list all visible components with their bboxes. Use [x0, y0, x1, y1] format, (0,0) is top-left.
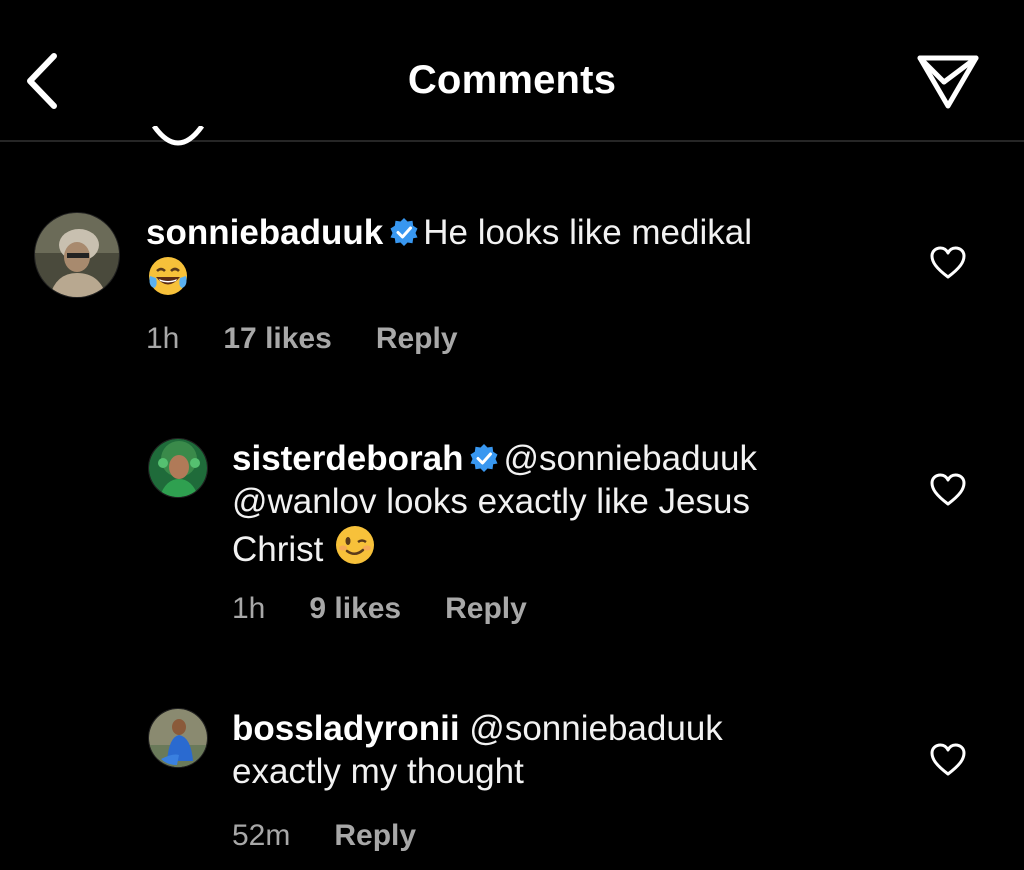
comment-username[interactable]: bossladyronii	[232, 709, 460, 748]
comment-username[interactable]: sonniebaduuk	[146, 213, 383, 252]
mention-link[interactable]: @sonniebaduuk	[503, 439, 757, 478]
comment-time: 52m	[232, 819, 291, 852]
comment-text: exactly my thought	[232, 752, 524, 791]
like-heart-icon[interactable]	[928, 243, 968, 283]
comment-time: 1h	[146, 322, 180, 355]
page-title: Comments	[407, 58, 617, 102]
tears-of-joy-emoji-icon	[149, 257, 187, 295]
comment-meta: 52m Reply	[232, 819, 460, 853]
comment-likes[interactable]: 9 likes	[309, 592, 401, 625]
avatar[interactable]	[148, 708, 208, 768]
mention-link[interactable]: @sonniebaduuk	[469, 709, 723, 748]
verified-badge-icon	[390, 218, 418, 246]
comment-time: 1h	[232, 592, 266, 625]
comment-username[interactable]: sisterdeborah	[232, 439, 463, 478]
winking-face-emoji-icon	[336, 526, 375, 564]
comment-meta: 1h 17 likes Reply	[146, 322, 502, 356]
avatar[interactable]	[148, 438, 208, 498]
share-button[interactable]	[914, 50, 982, 110]
paper-plane-icon	[917, 55, 979, 109]
comment-text-continued: Christ	[232, 530, 324, 569]
comment-likes[interactable]: 17 likes	[223, 322, 331, 355]
like-heart-icon[interactable]	[928, 470, 968, 510]
reply-button[interactable]: Reply	[376, 322, 458, 355]
comment-text: @wanlov looks exactly like Jesus	[232, 482, 750, 521]
comments-screen: Comments sonniebaduuk He looks like medi…	[0, 0, 1024, 870]
like-heart-icon[interactable]	[928, 740, 968, 780]
header-bar: Comments	[0, 0, 1024, 142]
comment-meta: 1h 9 likes Reply	[232, 592, 571, 626]
reply-button[interactable]: Reply	[334, 819, 416, 852]
avatar[interactable]	[34, 212, 120, 298]
reply-button[interactable]: Reply	[445, 592, 527, 625]
verified-badge-icon	[470, 444, 498, 472]
comment-text: He looks like medikal	[423, 213, 752, 252]
previous-comment-fragment	[150, 126, 210, 156]
